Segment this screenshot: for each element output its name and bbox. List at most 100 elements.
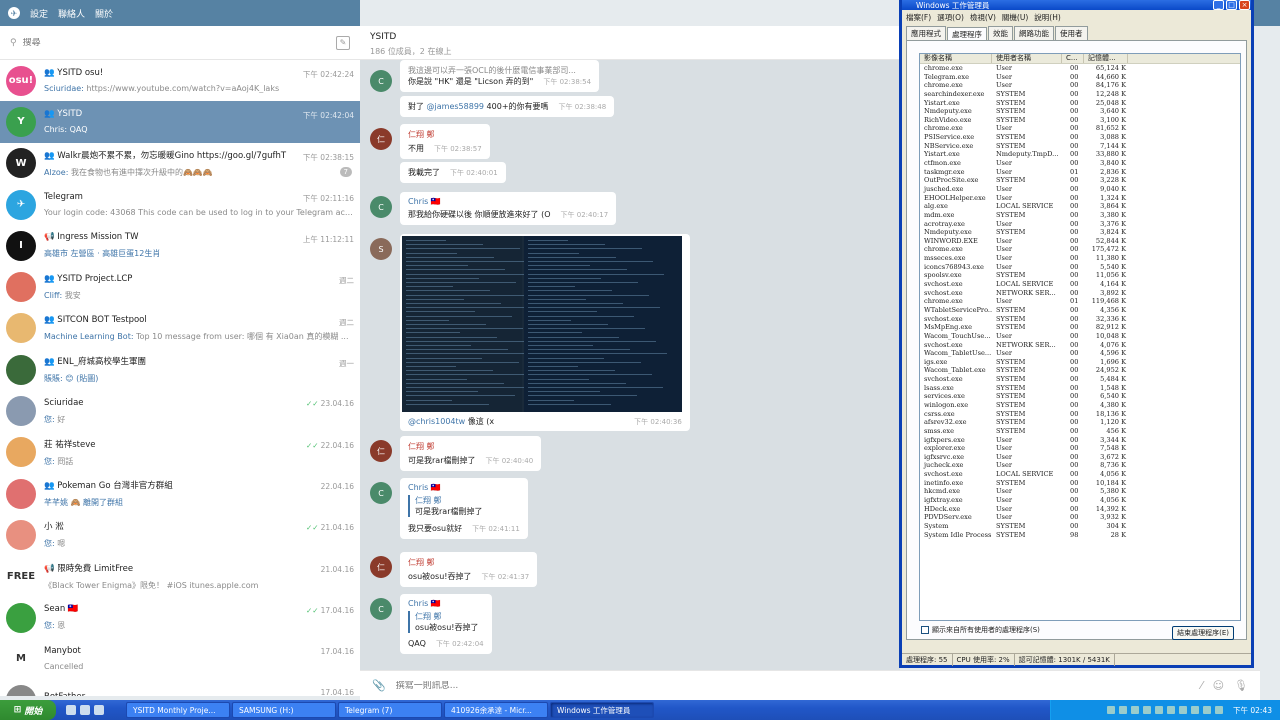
process-row[interactable]: svchost.exe NETWORK SER... 00 3,892 K [920,289,1240,298]
menu-contacts[interactable]: 聯絡人 [58,7,85,20]
column-user-name[interactable]: 使用者名稱 [992,54,1062,63]
mention-link[interactable]: @james58899 [427,102,484,111]
column-cpu[interactable]: C... [1062,54,1084,63]
process-row[interactable]: chrome.exe User 01 119,468 K [920,297,1240,306]
process-row[interactable]: igfxsrvc.exe User 00 3,672 K [920,453,1240,462]
process-row[interactable]: System SYSTEM 00 304 K [920,522,1240,531]
process-row[interactable]: csrss.exe SYSTEM 00 18,136 K [920,410,1240,419]
chat-list-item[interactable]: Y 👥 YSITD Chris: QAQ 下午 02:42:04 [0,101,360,143]
process-row[interactable]: Nmdeputy.exe SYSTEM 00 3,640 K [920,107,1240,116]
process-row[interactable]: taskmgr.exe User 01 2,836 K [920,168,1240,177]
chat-list-item[interactable]: Sciuridae 您: 好 ✓✓ 23.04.16 [0,390,360,431]
message-input[interactable] [395,680,1191,691]
tray-icon[interactable] [1155,706,1163,714]
process-row[interactable]: Yistart.exe SYSTEM 00 25,048 K [920,99,1240,108]
minimize-button[interactable]: _ [1213,0,1224,10]
chat-list-item[interactable]: ✈ Telegram Your login code: 43068 This cod… [0,184,360,225]
process-row[interactable]: igs.exe SYSTEM 00 1,696 K [920,358,1240,367]
tray-icon[interactable] [1191,706,1199,714]
sender-name[interactable]: Chris 🇹🇼 [408,599,484,608]
emoji-icon[interactable]: ☺ [1213,679,1224,692]
process-row[interactable]: System Idle Process SYSTEM 98 28 K [920,531,1240,540]
process-row[interactable]: PDVDServ.exe User 00 3,932 K [920,513,1240,522]
sender-name[interactable]: 仁翔 鄭 [408,557,529,568]
process-row[interactable]: Telegram.exe User 00 44,660 K [920,73,1240,82]
menu-about[interactable]: 關於 [95,7,113,20]
avatar[interactable]: 仁 [370,556,392,578]
process-row[interactable]: winlogon.exe SYSTEM 00 4,380 K [920,401,1240,410]
process-row[interactable]: services.exe SYSTEM 00 6,540 K [920,392,1240,401]
tray-icon[interactable] [1131,706,1139,714]
maximize-button[interactable]: □ [1226,0,1237,10]
process-row[interactable]: svchost.exe LOCAL SERVICE 00 4,056 K [920,470,1240,479]
process-row[interactable]: WTabletServicePro... SYSTEM 00 4,356 K [920,306,1240,315]
process-row[interactable]: MsMpEng.exe SYSTEM 00 82,912 K [920,323,1240,332]
process-row[interactable]: EHOOLHelper.exe User 00 1,324 K [920,194,1240,203]
process-row[interactable]: searchindexer.exe SYSTEM 00 12,248 K [920,90,1240,99]
chat-list-item[interactable]: 莊 祐祥steve 您: 冏話 ✓✓ 22.04.16 [0,432,360,473]
chat-list-item[interactable]: 👥 YSITD Project.LCP Cliff: 我安 週二 [0,266,360,307]
tray-icon[interactable] [1119,706,1127,714]
sender-name[interactable]: 仁翔 鄭 [408,129,482,140]
new-message-icon[interactable]: ✎ [336,35,350,50]
chat-list-item[interactable]: W 👥 Walkr晨炮不累不累，勿忘暖暖Gino https://goo.gl/7… [0,143,360,184]
avatar[interactable]: C [370,70,392,92]
process-row[interactable]: Nmdeputy.exe SYSTEM 00 3,824 K [920,228,1240,237]
tray-icon[interactable] [1179,706,1187,714]
process-row[interactable]: inetinfo.exe SYSTEM 00 10,184 K [920,479,1240,488]
process-row[interactable]: mdm.exe SYSTEM 00 3,380 K [920,211,1240,220]
process-row[interactable]: Yistart.exe Nmdeputy.TmpD... 00 33,880 K [920,150,1240,159]
process-row[interactable]: hkcmd.exe User 00 5,380 K [920,487,1240,496]
taskbar-button[interactable]: Windows 工作管理員 [550,702,654,718]
process-row[interactable]: ctfmon.exe User 00 3,840 K [920,159,1240,168]
chat-list-item[interactable]: M Manybot Cancelled 17.04.16 [0,638,360,679]
taskbar-button[interactable]: Telegram (7) [338,702,442,718]
process-row[interactable]: chrome.exe User 00 84,176 K [920,81,1240,90]
process-row[interactable]: igfxtray.exe User 00 4,056 K [920,496,1240,505]
tab[interactable]: 處理程序 [947,27,987,41]
tray-icon[interactable] [1203,706,1211,714]
process-row[interactable]: smss.exe SYSTEM 00 456 K [920,427,1240,436]
menu-item[interactable]: 說明(H) [1034,12,1061,23]
avatar[interactable]: C [370,598,392,620]
window-titlebar[interactable]: Windows 工作管理員 _ □ × [902,0,1251,10]
show-all-checkbox[interactable] [921,626,929,634]
mention-link[interactable]: @chris1004tw [408,417,465,426]
clock[interactable]: 下午 02:43 [1233,705,1272,716]
process-row[interactable]: chrome.exe User 00 175,472 K [920,245,1240,254]
tab[interactable]: 網路功能 [1014,26,1054,40]
process-row[interactable]: OutProcSite.exe SYSTEM 00 3,228 K [920,176,1240,185]
tray-icon[interactable] [1107,706,1115,714]
tray-icon[interactable] [1215,706,1223,714]
avatar[interactable]: 仁 [370,440,392,462]
sender-name[interactable]: Chris 🇹🇼 [408,197,608,206]
process-row[interactable]: WINWORD.EXE User 00 52,844 K [920,237,1240,246]
chat-list-item[interactable]: 👥 SITCON BOT Testpool Machine Learning Bo… [0,308,360,349]
process-row[interactable]: afsrev32.exe SYSTEM 00 1,120 K [920,418,1240,427]
end-process-button[interactable]: 結束處理程序(E) [1172,626,1234,640]
show-all-processes[interactable]: 顯示來自所有使用者的處理程序(S) [921,625,1040,635]
process-row[interactable]: RichVideo.exe SYSTEM 00 3,100 K [920,116,1240,125]
process-row[interactable]: jusched.exe User 00 9,040 K [920,185,1240,194]
process-row[interactable]: Wacom_Tablet.exe SYSTEM 00 24,952 K [920,366,1240,375]
process-row[interactable]: chrome.exe User 00 65,124 K [920,64,1240,73]
media-icon[interactable] [94,705,104,715]
chat-list-item[interactable]: 👥 ENL_府城高校學生軍團 賬賬: 😊 (貼圖) 週一 [0,349,360,390]
command-icon[interactable]: ⁄ [1201,679,1203,692]
menu-item[interactable]: 檔案(F) [906,12,931,23]
chat-list-item[interactable]: Sean 🇹🇼 您: 恩 ✓✓ 17.04.16 [0,597,360,638]
process-row[interactable]: jucheck.exe User 00 8,736 K [920,461,1240,470]
process-list[interactable]: 影像名稱 使用者名稱 C... 記憶體... chrome.exe User 00 6… [919,53,1241,621]
process-row[interactable]: explorer.exe User 00 7,548 K [920,444,1240,453]
chat-list-item[interactable]: FREE 📢 限時免費 LimitFree 《Black Tower Enigma》… [0,556,360,597]
process-row[interactable]: HDeck.exe User 00 14,392 K [920,505,1240,514]
process-row[interactable]: iconcs768943.exe User 00 5,540 K [920,263,1240,272]
avatar[interactable]: C [370,482,392,504]
close-button[interactable]: × [1239,0,1250,10]
reply-quote[interactable]: 仁翔 鄭 osu被osu!吞掉了 [408,611,484,633]
taskbar-button[interactable]: 410926余承達 - Micr... [444,702,548,718]
process-row[interactable]: acrotray.exe User 00 3,376 K [920,220,1240,229]
start-button[interactable]: ⊞ 開始 [0,700,56,720]
screenshot-image[interactable] [402,236,682,412]
avatar[interactable]: C [370,196,392,218]
